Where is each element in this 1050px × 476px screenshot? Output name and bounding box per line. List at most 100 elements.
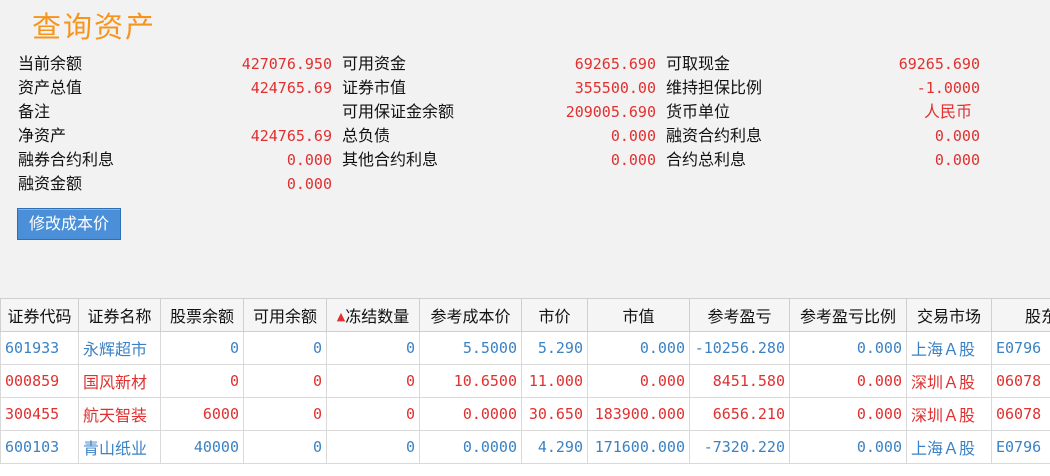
column-header[interactable]: 参考成本价 — [419, 298, 522, 332]
column-header-label: 股票余额 — [169, 307, 234, 326]
summary-value: 0.000 — [610, 151, 656, 169]
summary-value: 69265.690 — [898, 55, 980, 73]
column-header-label: 冻结数量 — [345, 307, 410, 326]
summary-label: 资产总值 — [18, 78, 83, 97]
table-cell: 601933 — [0, 331, 79, 365]
summary-value: 0.000 — [934, 127, 980, 145]
summary-field: 融券合约利息 0.000 — [18, 148, 342, 172]
sort-up-icon: ▲ — [336, 310, 346, 323]
table-cell: 国风新材 — [78, 364, 161, 398]
column-header[interactable]: 股票余额 — [160, 298, 244, 332]
column-header-label: 交易市场 — [916, 307, 981, 326]
column-header-label: 市价 — [538, 307, 571, 326]
summary-label: 总负债 — [342, 126, 391, 145]
column-header[interactable]: 证券代码 — [0, 298, 79, 332]
summary-row: 融资金额 0.000 — [18, 172, 998, 196]
summary-field: 可用资金 69265.690 — [342, 52, 666, 76]
column-header-label: 证券代码 — [7, 307, 72, 326]
table-cell: -7320.220 — [689, 430, 790, 464]
column-header[interactable]: 参考盈亏比例 — [789, 298, 907, 332]
summary-value: 0.000 — [286, 175, 332, 193]
summary-field: 货币单位 人民币 — [666, 100, 990, 124]
table-cell: 171600.000 — [587, 430, 690, 464]
summary-label: 融券合约利息 — [18, 150, 115, 169]
summary-value: 0.000 — [934, 151, 980, 169]
table-cell: 0 — [160, 331, 244, 365]
summary-row: 当前余额 427076.950 可用资金 69265.690 可取现金 69265.690 — [18, 52, 998, 76]
table-cell: 5.5000 — [419, 331, 522, 365]
table-row[interactable]: 000859 国风新材 0 0 0 10.6500 11.000 0.000 8451.580 0… — [0, 364, 1050, 398]
page-title: 查询资产 — [32, 10, 157, 44]
summary-label: 货币单位 — [666, 102, 731, 121]
summary-value: 人民币 — [923, 102, 972, 121]
table-cell: 深圳Ａ股 — [906, 397, 992, 431]
table-cell: 000859 — [0, 364, 79, 398]
summary-field: 资产总值 424765.69 — [18, 76, 342, 100]
table-cell: 0 — [326, 397, 420, 431]
summary-field: 可取现金 69265.690 — [666, 52, 990, 76]
table-cell: 183900.000 — [587, 397, 690, 431]
column-header[interactable]: 股东 — [991, 298, 1050, 332]
modify-cost-button[interactable]: 修改成本价 — [17, 208, 121, 240]
table-cell: 上海Ａ股 — [906, 331, 992, 365]
summary-value: 69265.690 — [574, 55, 656, 73]
column-header[interactable]: 市价 — [521, 298, 588, 332]
table-cell: 航天智装 — [78, 397, 161, 431]
summary-value — [332, 100, 342, 124]
table-row[interactable]: 600103 青山纸业 40000 0 0 0.0000 4.290 171600.000 -7… — [0, 430, 1050, 464]
table-row[interactable]: 300455 航天智装 6000 0 0 0.0000 30.650 183900.000 66… — [0, 397, 1050, 431]
summary-field: 合约总利息 0.000 — [666, 148, 990, 172]
holdings-table: 证券代码 证券名称 股票余额 可用余额 ▲冻结数量 参考成本价 市价 市值 参考盈亏 参考盈亏比例… — [0, 298, 1050, 476]
summary-field: 融资金额 0.000 — [18, 172, 342, 196]
summary-field: 当前余额 427076.950 — [18, 52, 342, 76]
summary-value: 424765.69 — [250, 127, 332, 145]
table-cell: 深圳Ａ股 — [906, 364, 992, 398]
table-cell: 6656.210 — [689, 397, 790, 431]
table-cell: 青山纸业 — [78, 430, 161, 464]
table-cell: 40000 — [160, 430, 244, 464]
column-header[interactable]: 参考盈亏 — [689, 298, 790, 332]
summary-label: 融资合约利息 — [666, 126, 763, 145]
column-header[interactable]: 可用余额 — [243, 298, 327, 332]
summary-field: 净资产 424765.69 — [18, 124, 342, 148]
summary-field: 其他合约利息 0.000 — [342, 148, 666, 172]
summary-label: 合约总利息 — [666, 150, 747, 169]
summary-label: 当前余额 — [18, 54, 83, 73]
summary-row: 资产总值 424765.69 证券市值 355500.00 维持担保比例 -1.0000 — [18, 76, 998, 100]
table-row[interactable]: 601933 永辉超市 0 0 0 5.5000 5.290 0.000 -10256.280 0… — [0, 331, 1050, 365]
asset-summary: 当前余额 427076.950 可用资金 69265.690 可取现金 69265.690… — [18, 52, 998, 196]
summary-value: 0.000 — [610, 127, 656, 145]
summary-value: 427076.950 — [241, 55, 332, 73]
column-header-label: 可用余额 — [252, 307, 317, 326]
table-cell: 8451.580 — [689, 364, 790, 398]
summary-field: 备注 — [18, 100, 342, 124]
column-header[interactable]: 交易市场 — [906, 298, 992, 332]
table-cell: 0 — [326, 364, 420, 398]
table-cell: 0 — [243, 430, 327, 464]
column-header-label: 证券名称 — [87, 307, 152, 326]
column-header[interactable]: 证券名称 — [78, 298, 161, 332]
column-header[interactable]: ▲冻结数量 — [326, 298, 420, 332]
summary-value: 355500.00 — [574, 79, 656, 97]
table-cell: 0 — [243, 331, 327, 365]
column-header[interactable]: 市值 — [587, 298, 690, 332]
summary-label: 净资产 — [18, 126, 67, 145]
table-cell: 11.000 — [521, 364, 588, 398]
table-cell: 0.000 — [789, 331, 907, 365]
summary-value: -1.0000 — [916, 79, 980, 97]
table-cell: 0.000 — [789, 364, 907, 398]
table-cell: 30.650 — [521, 397, 588, 431]
table-cell: 0.000 — [587, 364, 690, 398]
summary-value: 424765.69 — [250, 79, 332, 97]
table-cell: 0.000 — [789, 430, 907, 464]
summary-field: 总负债 0.000 — [342, 124, 666, 148]
summary-label: 可用资金 — [342, 54, 407, 73]
table-cell: 4.290 — [521, 430, 588, 464]
table-cell: E0796 — [991, 331, 1050, 365]
summary-field: 证券市值 355500.00 — [342, 76, 666, 100]
table-cell: 0 — [160, 364, 244, 398]
column-header-label: 参考成本价 — [430, 307, 511, 326]
column-header-label: 参考盈亏比例 — [799, 307, 896, 326]
table-cell: 5.290 — [521, 331, 588, 365]
table-cell: 0 — [243, 397, 327, 431]
